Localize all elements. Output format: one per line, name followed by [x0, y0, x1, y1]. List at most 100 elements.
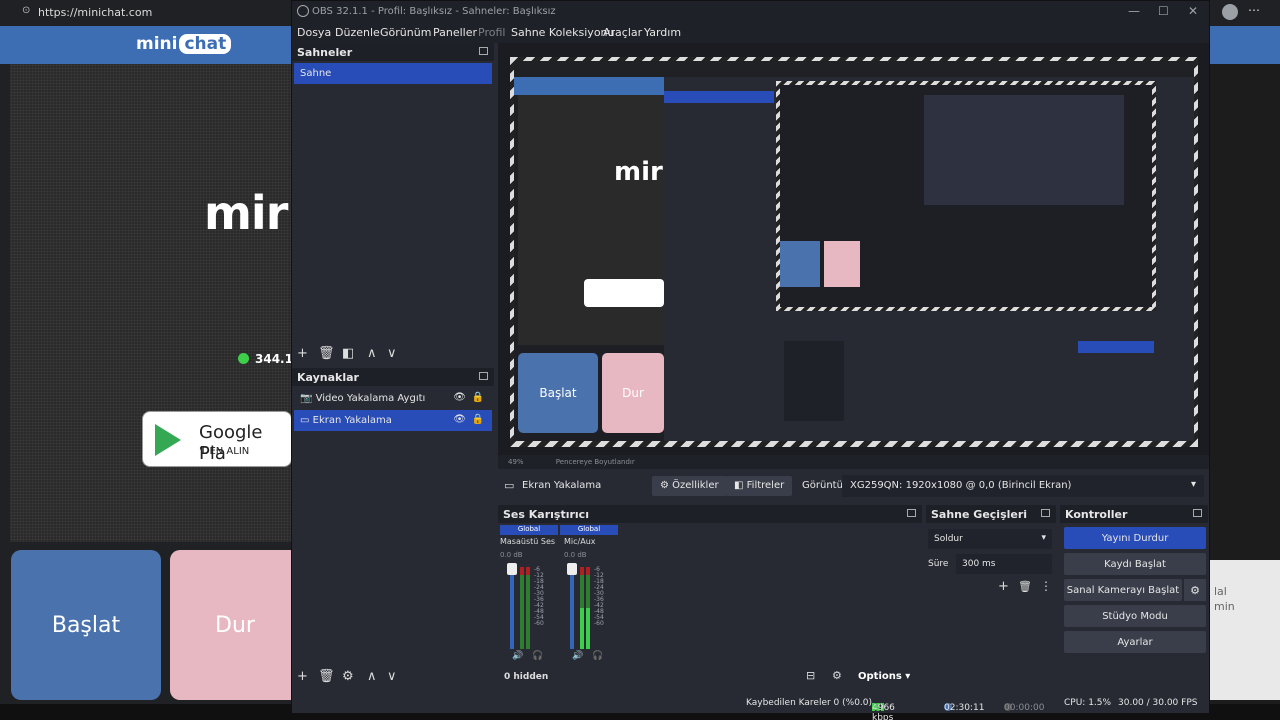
move-up-icon[interactable]: ∧: [367, 346, 377, 361]
close-icon[interactable]: ✕: [1188, 4, 1198, 18]
source-label: Video Yakalama Aygıtı: [315, 393, 426, 404]
add-icon[interactable]: +: [297, 669, 308, 684]
settings-button[interactable]: Ayarlar: [1064, 631, 1206, 653]
volume-fader[interactable]: [510, 567, 514, 649]
menu-gorunum[interactable]: Görünüm: [380, 26, 431, 39]
preview-nested-obs: [924, 95, 1124, 205]
profile-avatar[interactable]: [1222, 4, 1238, 20]
virtual-camera-settings-icon[interactable]: ⚙: [1184, 579, 1206, 601]
mixer-settings-icon[interactable]: ⚙: [832, 669, 842, 682]
menu-araclar[interactable]: Araçlar: [603, 26, 642, 39]
preview-gplay: [584, 279, 664, 307]
google-play-line2: 'DEN ALIN: [199, 446, 250, 457]
gear-icon[interactable]: ⚙: [342, 669, 354, 684]
preview-canvas[interactable]: mir Başlat Dur: [498, 43, 1209, 455]
stop-streaming-button[interactable]: Yayını Durdur: [1064, 527, 1206, 549]
controls-header: Kontroller: [1060, 505, 1208, 523]
maximize-icon[interactable]: ☐: [1158, 4, 1169, 18]
display-label: Görüntü: [802, 480, 843, 491]
filter-icon[interactable]: ◧: [342, 346, 354, 361]
trash-icon[interactable]: 🗑: [318, 669, 335, 684]
google-play-badge[interactable]: Google Pla 'DEN ALIN: [142, 411, 292, 467]
scenes-dock-header: Sahneler: [292, 43, 494, 61]
browser-url[interactable]: https://minichat.com: [38, 6, 152, 19]
menu-yardim[interactable]: Yardım: [644, 26, 681, 39]
right-text-box: lal min: [1210, 560, 1280, 700]
chevron-down-icon: ▾: [1190, 479, 1196, 490]
start-recording-button[interactable]: Kaydı Başlat: [1064, 553, 1206, 575]
move-up-icon[interactable]: ∧: [367, 669, 377, 684]
move-down-icon[interactable]: ∨: [387, 346, 397, 361]
transition-select[interactable]: Soldur ▾: [928, 529, 1052, 549]
channel-name[interactable]: Masaüstü Ses: [500, 537, 555, 546]
speaker-icon[interactable]: 🔊: [512, 651, 523, 661]
trash-icon[interactable]: 🗑: [1018, 580, 1032, 593]
channel-db: 0.0 dB: [564, 551, 587, 559]
browser-menu-icon[interactable]: ⋯: [1248, 3, 1260, 17]
properties-button[interactable]: ⚙ Özellikler: [652, 476, 727, 496]
menu-duzenle[interactable]: Düzenle: [335, 26, 380, 39]
mixer-layout-icon[interactable]: ⊟: [806, 669, 815, 682]
speaker-icon[interactable]: 🔊: [572, 651, 583, 661]
zoom-value[interactable]: 49%: [508, 458, 524, 466]
filters-button[interactable]: ◧ Filtreler: [726, 476, 793, 496]
lock-icon[interactable]: 🔒: [472, 414, 484, 425]
obs-window: OBS 32.1.1 - Profil: Başlıksız - Sahnele…: [291, 0, 1210, 720]
add-icon[interactable]: +: [998, 579, 1009, 594]
headphones-icon[interactable]: 🎧: [532, 651, 543, 661]
eye-icon[interactable]: 👁: [453, 392, 466, 403]
controls-title: Kontroller: [1065, 508, 1128, 521]
preview-obs-mixer: [784, 341, 844, 421]
fader-handle[interactable]: [507, 563, 517, 575]
site-logo[interactable]: mini chat: [136, 34, 232, 54]
more-icon[interactable]: ⋮: [1040, 579, 1052, 593]
move-down-icon[interactable]: ∨: [387, 669, 397, 684]
trash-icon[interactable]: 🗑: [318, 346, 335, 361]
site-info-icon[interactable]: ⊙: [22, 6, 32, 16]
duration-input[interactable]: 300 ms: [956, 554, 1052, 574]
menu-profil[interactable]: Profil: [478, 26, 505, 39]
camera-area: [10, 64, 300, 542]
menu-dosya[interactable]: Dosya: [297, 26, 331, 39]
fader-handle[interactable]: [567, 563, 577, 575]
level-meter: [586, 567, 590, 649]
eye-icon[interactable]: 👁: [453, 414, 466, 425]
undock-icon[interactable]: [479, 372, 488, 380]
add-icon[interactable]: +: [297, 346, 308, 361]
meter-scale: -6 -12 -18 -24 -30 -36 -42 -48 -54 -60: [594, 567, 604, 627]
undock-icon[interactable]: [1041, 509, 1050, 517]
controls-dock: Kontroller Yayını Durdur Kaydı Başlat Sa…: [1060, 505, 1208, 689]
lock-icon[interactable]: 🔒: [472, 392, 484, 403]
volume-fader[interactable]: [570, 567, 574, 649]
filters-label: Filtreler: [746, 480, 785, 491]
online-count: 344.1: [238, 352, 293, 366]
studio-mode-button[interactable]: Stüdyo Modu: [1064, 605, 1206, 627]
camera-icon: 📷: [300, 393, 313, 404]
channel-name[interactable]: Mic/Aux: [564, 537, 596, 546]
preview-stop: Dur: [602, 353, 664, 433]
mixer-header: Ses Karıştırıcı: [498, 505, 922, 523]
menu-sahne-koleksiyonu[interactable]: Sahne Koleksiyonu: [511, 26, 615, 39]
monitor-icon: ▭: [504, 479, 515, 492]
minimize-icon[interactable]: —: [1128, 4, 1140, 18]
channel-global-tag: Global: [500, 525, 558, 535]
menu-paneller[interactable]: Paneller: [433, 26, 477, 39]
start-button[interactable]: Başlat: [11, 550, 161, 700]
source-item-video[interactable]: 📷 Video Yakalama Aygıtı 👁 🔒: [294, 388, 492, 409]
undock-icon[interactable]: [1193, 509, 1202, 517]
display-select[interactable]: XG259QN: 1920x1080 @ 0,0 (Birincil Ekran…: [842, 475, 1204, 497]
undock-icon[interactable]: [907, 509, 916, 517]
undock-icon[interactable]: [479, 47, 488, 55]
bitrate-value: 4966 kbps: [872, 703, 895, 720]
meter-scale: -6 -12 -18 -24 -30 -36 -42 -48 -54 -60: [534, 567, 544, 627]
mixer-options-button[interactable]: Options ▾: [858, 671, 910, 682]
channel-global-tag: Global: [560, 525, 618, 535]
google-play-line1: Google Pla: [199, 422, 263, 464]
start-virtual-camera-button[interactable]: Sanal Kamerayı Başlat: [1064, 579, 1182, 601]
scene-item[interactable]: Sahne: [294, 63, 492, 84]
stop-button[interactable]: Dur: [170, 550, 300, 700]
fit-to-window-label[interactable]: Pencereye Boyutlandır: [556, 458, 635, 466]
source-item-screen[interactable]: ▭ Ekran Yakalama 👁 🔒: [294, 410, 492, 431]
headphones-icon[interactable]: 🎧: [592, 651, 603, 661]
online-dot-icon: [238, 353, 249, 364]
